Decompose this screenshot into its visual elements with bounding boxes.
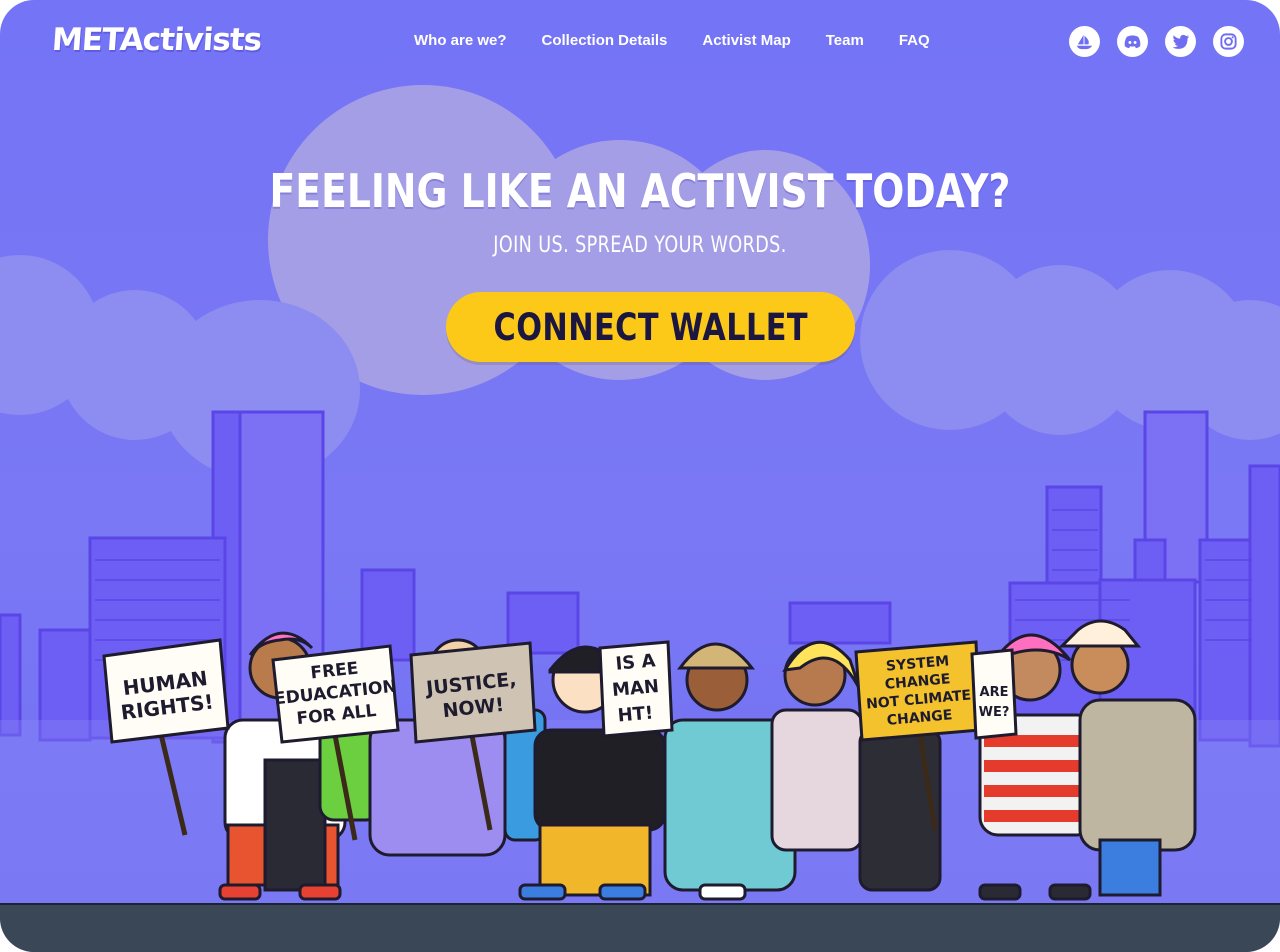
svg-text:IS A: IS A (615, 650, 657, 674)
discord-icon[interactable] (1117, 26, 1148, 57)
protest-sign-justice-now: JUSTICE, NOW! (409, 641, 537, 744)
protest-sign-system-change: SYSTEM CHANGE NOT CLIMATE CHANGE (854, 640, 982, 742)
protest-illustration: HUMAN RIGHTS! FREE EDUACATION FOR ALL JU… (0, 410, 1280, 910)
protest-sign-human-rights: HUMAN RIGHTS! (102, 638, 230, 744)
nav-activist-map[interactable]: Activist Map (702, 32, 790, 49)
site-logo[interactable]: METActivists (51, 20, 263, 60)
protest-sign-human-right: IS A MAN HT! (598, 640, 674, 738)
twitter-icon[interactable] (1165, 26, 1196, 57)
protest-sign-free-education: FREE EDUACATION FOR ALL (271, 644, 400, 744)
nav-faq[interactable]: FAQ (899, 32, 930, 49)
social-links (1069, 26, 1244, 57)
svg-text:HT!: HT! (617, 703, 654, 727)
protest-sign-are-we: ARE WE? (970, 648, 1018, 740)
connect-wallet-label: CONNECT WALLET (493, 305, 808, 349)
svg-text:ARE: ARE (980, 685, 1009, 700)
svg-text:MAN: MAN (611, 676, 660, 701)
nav-collection-details[interactable]: Collection Details (542, 32, 668, 49)
opensea-icon[interactable] (1069, 26, 1100, 57)
connect-wallet-button[interactable]: CONNECT WALLET (446, 292, 855, 362)
hero-page: METActivists Who are we? Collection Deta… (0, 0, 1280, 952)
instagram-icon[interactable] (1213, 26, 1244, 57)
nav-who-are-we[interactable]: Who are we? (414, 32, 507, 49)
svg-text:WE?: WE? (979, 705, 1010, 720)
hero-title: FEELING LIKE AN ACTIVIST TODAY? (269, 164, 1011, 218)
nav-team[interactable]: Team (826, 32, 864, 49)
ground-strip (0, 903, 1280, 952)
main-nav: Who are we? Collection Details Activist … (414, 32, 965, 49)
hero-subtitle: JOIN US. SPREAD YOUR WORDS. (493, 233, 787, 258)
